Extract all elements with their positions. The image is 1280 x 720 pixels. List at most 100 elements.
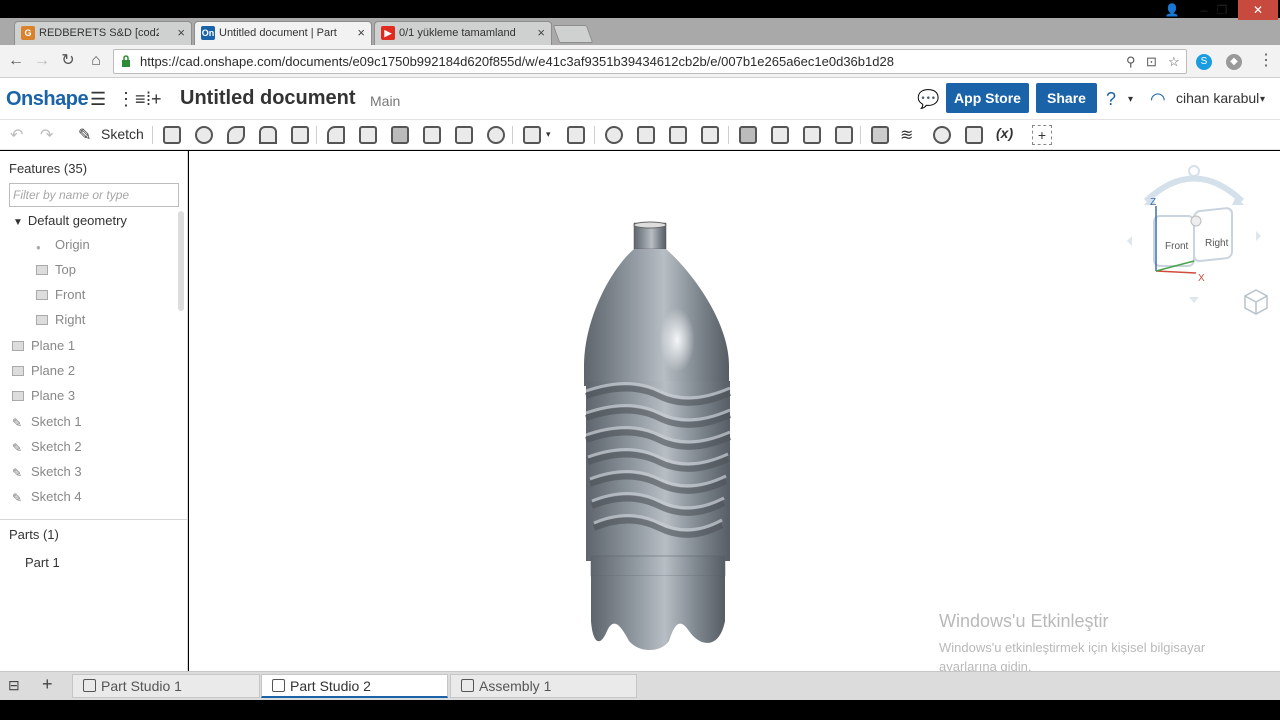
close-icon[interactable]: ×	[537, 22, 545, 44]
right-face-label[interactable]: Right	[1205, 238, 1229, 249]
help-icon[interactable]: ?	[1106, 89, 1116, 110]
menu-icon[interactable]: ⋮	[1256, 51, 1276, 71]
feature-right-plane[interactable]: Right	[36, 310, 85, 330]
derived-icon[interactable]	[964, 125, 984, 145]
feature-list-scrollbar[interactable]	[178, 211, 184, 311]
feature-sketch-1[interactable]: ✎ Sketch 1	[12, 412, 82, 432]
graphics-viewport[interactable]: Front Right Z X Windows'u Etkinleştir Wi…	[189, 151, 1280, 674]
loft-icon[interactable]	[258, 125, 278, 145]
feature-list-icon[interactable]: ⋮≡	[117, 89, 146, 110]
sweep-icon[interactable]	[226, 125, 246, 145]
feature-plane-2[interactable]: Plane 2	[12, 361, 75, 381]
tab-part-studio-2[interactable]: Part Studio 2	[261, 674, 448, 698]
app-store-button[interactable]: App Store	[946, 83, 1029, 113]
hole-icon[interactable]	[486, 125, 506, 145]
rib-icon[interactable]	[422, 125, 442, 145]
filter-input[interactable]	[9, 183, 179, 207]
bookmark-star-icon[interactable]: ☆	[1168, 54, 1180, 70]
reload-button[interactable]: ↻	[58, 51, 78, 71]
url-bar[interactable]: https://cad.onshape.com/documents/e09c17…	[113, 49, 1187, 74]
feature-sketch-2[interactable]: ✎ Sketch 2	[12, 437, 82, 457]
boolean-icon[interactable]	[604, 125, 624, 145]
draft-icon[interactable]	[390, 125, 410, 145]
skype-icon[interactable]: S	[1196, 54, 1212, 70]
plane-icon[interactable]	[870, 125, 890, 145]
default-geometry-node[interactable]: ▼ Default geometry	[13, 211, 127, 231]
chamfer-icon[interactable]	[358, 125, 378, 145]
feature-plane-1[interactable]: Plane 1	[12, 336, 75, 356]
new-tab-button[interactable]	[552, 25, 594, 43]
profile-icon[interactable]: 👤	[1158, 0, 1186, 20]
transform-icon[interactable]	[668, 125, 688, 145]
chevron-down-icon[interactable]: ▾	[1128, 94, 1133, 105]
feature-list-panel: Features (35) ▼Default geometry ●Origin …	[0, 151, 188, 671]
tab-assembly-1[interactable]: Assembly 1	[450, 674, 637, 698]
translate-icon[interactable]: ⊡	[1146, 54, 1157, 70]
split-icon[interactable]	[636, 125, 656, 145]
browser-tab-youtube[interactable]: ▶ 0/1 yükleme tamamland ×	[374, 21, 552, 45]
feature-sketch-3[interactable]: ✎ Sketch 3	[12, 462, 82, 482]
rotate-left-icon[interactable]	[1127, 236, 1132, 246]
close-icon[interactable]: ×	[177, 22, 185, 44]
modify-fillet-icon[interactable]	[738, 125, 758, 145]
feature-front-plane[interactable]: Front	[36, 285, 85, 305]
home-button[interactable]: ⌂	[86, 51, 106, 71]
extension-icon[interactable]: ◆	[1226, 54, 1242, 70]
delete-face-icon[interactable]	[770, 125, 790, 145]
chevron-down-icon[interactable]: ▾	[1260, 94, 1265, 105]
comment-icon[interactable]: 💬	[917, 89, 939, 110]
move-face-icon[interactable]	[802, 125, 822, 145]
redo-icon[interactable]: ↷	[40, 125, 60, 145]
thicken-icon[interactable]	[290, 125, 310, 145]
pattern-icon[interactable]	[522, 125, 542, 145]
variable-icon[interactable]: (x)	[996, 125, 1016, 145]
undo-icon[interactable]: ↶	[10, 125, 30, 145]
browser-tab-redberets[interactable]: G REDBERETS S&D [cod2] ×	[14, 21, 192, 45]
add-custom-feature-icon[interactable]: +	[1032, 125, 1052, 145]
shell-icon[interactable]	[454, 125, 474, 145]
part-list-item[interactable]: Part 1	[25, 555, 60, 570]
mirror-icon[interactable]	[566, 125, 586, 145]
user-avatar-icon[interactable]: ◠	[1150, 89, 1166, 110]
hamburger-menu-icon[interactable]: ☰	[90, 89, 106, 110]
panel-divider[interactable]	[0, 519, 187, 520]
replace-face-icon[interactable]	[834, 125, 854, 145]
browser-tab-onshape[interactable]: On Untitled document | Part ×	[194, 21, 372, 45]
add-tab-icon[interactable]: +	[42, 674, 53, 695]
forward-button[interactable]: →	[32, 51, 52, 71]
location-icon[interactable]: ⚲	[1126, 54, 1136, 70]
plane-icon	[12, 366, 24, 376]
sketch-button[interactable]: Sketch	[101, 126, 144, 142]
feature-top-plane[interactable]: Top	[36, 260, 76, 280]
revolve-icon[interactable]	[194, 125, 214, 145]
document-title[interactable]: Untitled document	[180, 87, 356, 110]
user-name[interactable]: cihan karabul	[1176, 90, 1259, 106]
window-close-button[interactable]: ✕	[1238, 0, 1278, 20]
rotate-right-icon[interactable]	[1256, 231, 1261, 241]
close-icon[interactable]: ×	[357, 22, 365, 44]
pencil-icon[interactable]: ✎	[78, 125, 98, 145]
share-button[interactable]: Share	[1036, 83, 1097, 113]
bottle-model[interactable]	[569, 221, 759, 656]
chevron-down-icon[interactable]: ▾	[546, 129, 566, 149]
onshape-logo[interactable]: Onshape	[6, 88, 89, 111]
maximize-button[interactable]: ❐	[1208, 0, 1236, 20]
feature-sketch-4[interactable]: ✎ Sketch 4	[12, 487, 82, 507]
delete-part-icon[interactable]	[700, 125, 720, 145]
insert-icon[interactable]: ⁞+	[146, 89, 162, 110]
view-options-cube-icon[interactable]	[1243, 288, 1269, 316]
rotate-down-icon[interactable]	[1189, 297, 1199, 303]
pencil-icon: ✎	[12, 491, 23, 505]
front-face-label[interactable]: Front	[1165, 241, 1189, 252]
back-button[interactable]: ←	[6, 51, 26, 71]
mate-connector-icon[interactable]	[932, 125, 952, 145]
workspace-name[interactable]: Main	[370, 93, 400, 109]
helix-icon[interactable]: ≋	[900, 125, 920, 145]
tab-manager-icon[interactable]: ⊟	[8, 677, 20, 694]
extrude-icon[interactable]	[162, 125, 182, 145]
feature-origin[interactable]: ● Origin	[36, 235, 90, 255]
tab-part-studio-1[interactable]: Part Studio 1	[72, 674, 260, 698]
feature-plane-3[interactable]: Plane 3	[12, 386, 75, 406]
pencil-icon: ✎	[12, 466, 23, 480]
fillet-icon[interactable]	[326, 125, 346, 145]
